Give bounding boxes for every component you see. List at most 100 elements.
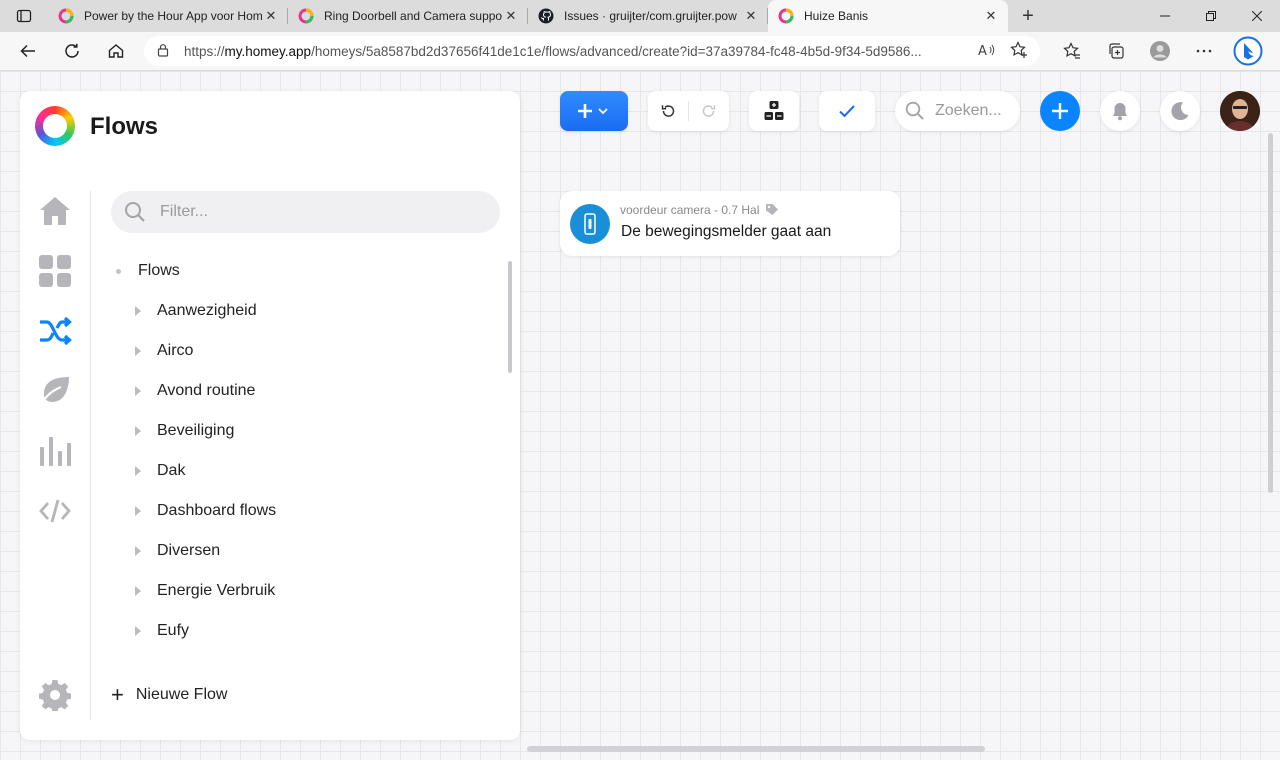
homey-icon xyxy=(778,8,794,24)
dashboard-icon[interactable] xyxy=(35,251,75,291)
svg-text:A: A xyxy=(978,44,987,58)
folder-item[interactable]: Dashboard flows xyxy=(111,491,491,531)
url-text: https://my.homey.app/homeys/5a8587bd2d37… xyxy=(184,44,968,59)
tree-scrollbar[interactable] xyxy=(508,261,512,373)
insights-icon[interactable] xyxy=(35,431,75,471)
caret-right-icon[interactable] xyxy=(135,426,141,436)
flows-sidebar: Flows Filter... Flows Aanwezigheid Airco… xyxy=(20,91,520,740)
minimize-icon[interactable] xyxy=(1142,0,1188,32)
notifications-bell-icon[interactable] xyxy=(1100,91,1140,131)
add-button[interactable] xyxy=(1040,91,1080,131)
flows-icon[interactable] xyxy=(35,311,75,351)
browser-tab[interactable]: Power by the Hour App voor Hom ✕ xyxy=(48,0,288,32)
tree-root[interactable]: Flows xyxy=(111,251,491,291)
read-aloud-icon[interactable]: A xyxy=(978,42,996,61)
card-trigger-text: De bewegingsmelder gaat aan xyxy=(621,223,832,240)
folder-label: Energie Verbruik xyxy=(157,582,276,599)
browser-tab-active[interactable]: Huize Banis ✕ xyxy=(768,0,1008,32)
homey-icon xyxy=(58,8,74,24)
url-field[interactable]: https://my.homey.app/homeys/5a8587bd2d37… xyxy=(144,36,1040,66)
search-placeholder: Zoeken... xyxy=(935,102,1002,119)
card-device-label: voordeur camera - 0.7 Hal xyxy=(620,203,779,217)
folder-item[interactable]: Diversen xyxy=(111,531,491,571)
more-options-icon[interactable] xyxy=(1182,33,1226,69)
folder-label: Dashboard flows xyxy=(157,502,277,519)
back-icon[interactable] xyxy=(6,33,50,69)
flow-folder-tree: Flows Aanwezigheid Airco Avond routine B… xyxy=(111,251,491,651)
plus-icon: + xyxy=(111,682,124,707)
caret-right-icon[interactable] xyxy=(135,466,141,476)
folder-item[interactable]: Energie Verbruik xyxy=(111,571,491,611)
canvas-horizontal-scrollbar[interactable] xyxy=(527,746,985,752)
caret-right-icon[interactable] xyxy=(135,626,141,636)
energy-leaf-icon[interactable] xyxy=(35,371,75,411)
tab-title: Issues · gruijter/com.gruijter.pow xyxy=(564,9,737,23)
folder-item[interactable]: Dak xyxy=(111,451,491,491)
tag-icon xyxy=(766,204,779,215)
browser-tab[interactable]: Issues · gruijter/com.gruijter.pow ✕ xyxy=(528,0,768,32)
folder-label: Airco xyxy=(157,342,194,359)
tab-title: Ring Doorbell and Camera suppo xyxy=(324,9,502,23)
home-icon[interactable] xyxy=(94,33,138,69)
bullet xyxy=(116,268,121,274)
profile-avatar[interactable] xyxy=(1138,33,1182,69)
folder-item[interactable]: Airco xyxy=(111,331,491,371)
folder-item[interactable]: Aanwezigheid xyxy=(111,291,491,331)
main-nav xyxy=(35,191,75,551)
caret-right-icon[interactable] xyxy=(135,586,141,596)
refresh-icon[interactable] xyxy=(50,33,94,69)
tab-actions-icon[interactable] xyxy=(0,0,48,32)
github-icon xyxy=(538,8,554,24)
close-tab-icon[interactable]: ✕ xyxy=(262,8,280,24)
user-avatar[interactable] xyxy=(1220,91,1260,131)
flow-canvas[interactable]: Zoeken... voordeur camera - 0.7 Hal De b… xyxy=(0,71,1280,760)
caret-right-icon[interactable] xyxy=(135,546,141,556)
settings-gear-icon[interactable] xyxy=(35,675,75,715)
caret-right-icon[interactable] xyxy=(135,346,141,356)
search-icon xyxy=(125,202,145,222)
add-favorite-icon[interactable] xyxy=(1010,40,1028,62)
motion-sensor-icon xyxy=(570,204,610,244)
home-icon[interactable] xyxy=(35,191,75,231)
undo-icon[interactable] xyxy=(648,103,688,119)
caret-right-icon[interactable] xyxy=(135,306,141,316)
card-device-text: voordeur camera - 0.7 Hal xyxy=(620,203,760,217)
divider xyxy=(90,191,91,720)
new-tab-button[interactable]: + xyxy=(1014,2,1042,30)
code-icon[interactable] xyxy=(35,491,75,531)
new-flow-label: Nieuwe Flow xyxy=(135,686,228,703)
folder-item[interactable]: Eufy xyxy=(111,611,491,651)
dark-mode-moon-icon[interactable] xyxy=(1160,91,1200,131)
cards-icon[interactable] xyxy=(749,91,799,131)
undo-redo-group xyxy=(648,91,729,131)
close-tab-icon[interactable]: ✕ xyxy=(742,8,760,24)
caret-right-icon[interactable] xyxy=(135,506,141,516)
lock-icon[interactable] xyxy=(156,43,170,60)
collections-icon[interactable] xyxy=(1094,33,1138,69)
folder-label: Eufy xyxy=(157,622,190,639)
search-input[interactable]: Zoeken... xyxy=(895,91,1020,131)
url-scheme: https:// xyxy=(184,43,225,59)
filter-input[interactable]: Filter... xyxy=(111,191,500,233)
redo-icon[interactable] xyxy=(689,103,729,119)
close-window-icon[interactable] xyxy=(1234,0,1280,32)
close-tab-icon[interactable]: ✕ xyxy=(982,8,1000,24)
trigger-card[interactable]: voordeur camera - 0.7 Hal De bewegingsme… xyxy=(560,191,900,256)
favorites-icon[interactable] xyxy=(1050,33,1094,69)
homey-logo xyxy=(35,106,75,146)
bing-copilot-icon[interactable] xyxy=(1226,33,1270,69)
save-check-button[interactable] xyxy=(819,91,875,131)
close-tab-icon[interactable]: ✕ xyxy=(502,8,520,24)
homey-icon xyxy=(298,8,314,24)
browser-tab[interactable]: Ring Doorbell and Camera suppo ✕ xyxy=(288,0,528,32)
search-icon xyxy=(905,101,924,120)
restore-icon[interactable] xyxy=(1188,0,1234,32)
new-flow-button[interactable]: + Nieuwe Flow xyxy=(111,675,227,715)
canvas-vertical-scrollbar[interactable] xyxy=(1268,133,1273,493)
add-card-dropdown-button[interactable] xyxy=(560,91,628,131)
page-title: Flows xyxy=(90,113,159,140)
folder-item[interactable]: Avond routine xyxy=(111,371,491,411)
filter-placeholder: Filter... xyxy=(160,203,209,220)
folder-item[interactable]: Beveiliging xyxy=(111,411,491,451)
caret-right-icon[interactable] xyxy=(135,386,141,396)
